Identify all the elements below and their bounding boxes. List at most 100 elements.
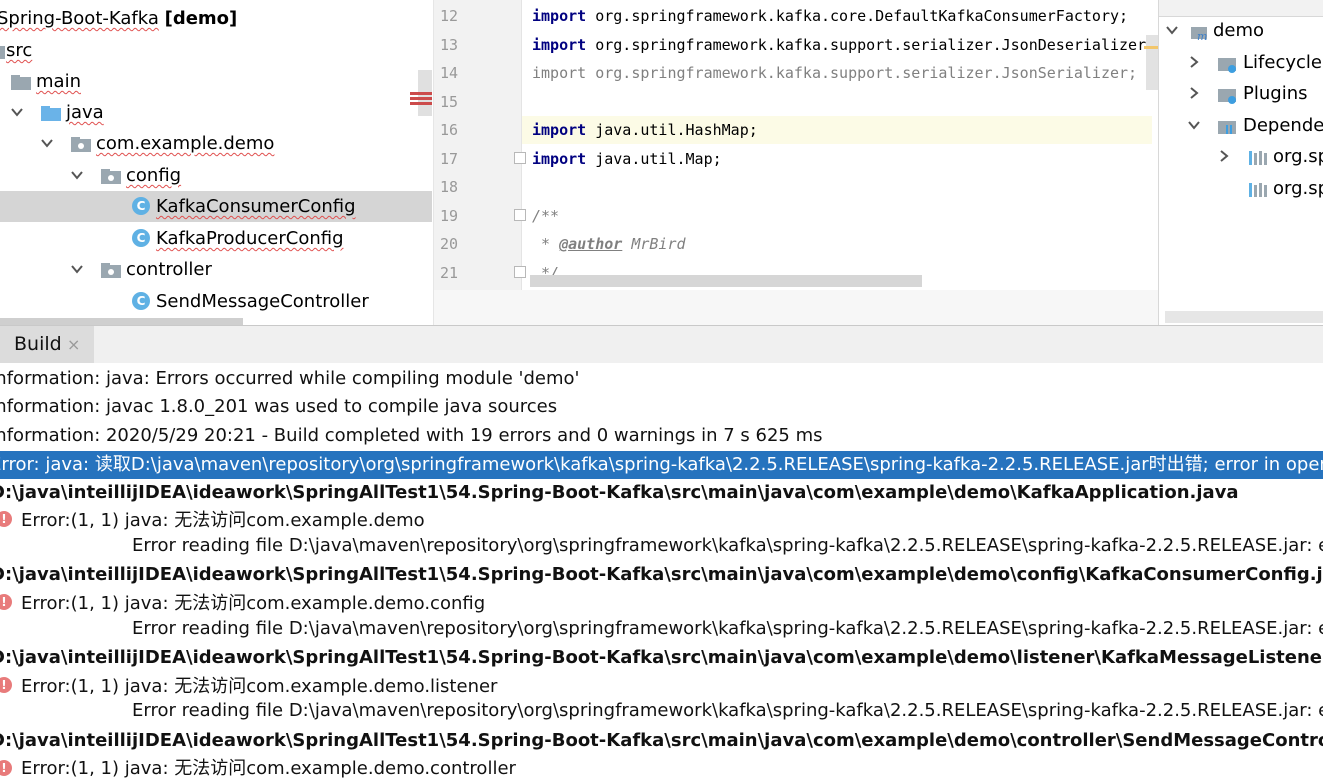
maven-item-label: org.springframework.kafka:spring-kafka (1273, 178, 1323, 199)
editor-horizontal-scrollbar[interactable] (530, 275, 922, 287)
editor-vertical-scrollbar[interactable] (1146, 35, 1158, 90)
chevron-down-icon[interactable] (1165, 15, 1181, 46)
error-icon: ! (0, 677, 12, 693)
fold-toggle-icon[interactable] (514, 209, 526, 221)
tree-item-kafka-producer-config[interactable]: C KafkaProducerConfig (0, 223, 432, 254)
tree-item-controller[interactable]: controller (0, 254, 432, 285)
tree-item-label: KafkaProducerConfig (156, 228, 344, 249)
error-file-path[interactable]: D:\java\inteillijIDEA\ideawork\SpringAll… (0, 644, 1323, 672)
close-icon[interactable]: × (67, 335, 80, 354)
tree-item-package-demo[interactable]: com.example.demo (0, 128, 432, 159)
doc-tag: @author (559, 235, 623, 253)
code-text: org.springframework.kafka.support.serial… (586, 36, 1156, 54)
tree-item-kafka-consumer-config[interactable]: C KafkaConsumerConfig (0, 191, 432, 222)
warning-stripe-marker[interactable] (1144, 46, 1158, 49)
tab-build-label: Build (14, 333, 62, 355)
lifecycle-folder-icon (1217, 53, 1239, 73)
code-line-12[interactable]: import org.springframework.kafka.core.De… (532, 2, 1152, 30)
code-line-14[interactable]: import org.springframework.kafka.support… (532, 59, 1152, 87)
error-message[interactable]: Error:(1, 1) java: 无法访问com.example.demo.… (21, 756, 516, 782)
folder-icon (10, 72, 31, 92)
tab-build[interactable]: Build × (0, 326, 94, 363)
tree-item-label: controller (126, 259, 212, 280)
java-class-icon: C (132, 197, 152, 217)
code-text: java.util.HashMap; (586, 121, 758, 139)
maven-tool-window: m demo Lifecycle Plugins Dependencies (1158, 0, 1323, 325)
build-info-line[interactable]: Information: java: Errors occurred while… (0, 365, 579, 393)
maven-item-dependencies[interactable]: Dependencies (1159, 110, 1323, 141)
line-number: 15 (440, 93, 459, 111)
tree-item-label: main (36, 71, 81, 92)
chevron-right-icon[interactable] (1187, 78, 1203, 109)
build-error-line-selected[interactable]: Error: java: 读取D:\java\maven\repository\… (0, 451, 1323, 479)
line-number-gutter: 12 13 14 15 16 17 18 19 20 21 (434, 0, 522, 290)
doc-comment: /** (532, 207, 560, 225)
error-detail[interactable]: Error reading file D:\java\maven\reposit… (132, 698, 1323, 724)
error-message[interactable]: Error:(1, 1) java: 无法访问com.example.demo.… (21, 591, 485, 617)
project-root-title[interactable]: Spring-Boot-Kafka [demo] (0, 3, 432, 34)
unused-import-text: org.springframework.kafka.support.serial… (586, 64, 1138, 82)
error-icon: ! (0, 594, 12, 610)
editor-bottom-area (434, 290, 1158, 325)
build-info-line[interactable]: Information: 2020/5/29 20:21 - Build com… (0, 422, 822, 450)
chevron-down-icon[interactable] (70, 160, 86, 191)
maven-item-label: Lifecycle (1243, 52, 1322, 73)
tree-item-src[interactable]: src (0, 35, 432, 66)
maven-item-plugins[interactable]: Plugins (1159, 78, 1323, 109)
doc-comment: * (532, 235, 560, 253)
code-line-13[interactable]: import org.springframework.kafka.support… (532, 31, 1156, 59)
maven-item-demo[interactable]: m demo (1159, 15, 1323, 46)
java-class-icon: C (132, 292, 152, 312)
maven-item-dependency-kafka[interactable]: org.springframework.kafka:spring-kafka (1159, 173, 1323, 204)
build-info-line[interactable]: Information: javac 1.8.0_201 was used to… (0, 393, 557, 421)
line-number: 12 (440, 7, 459, 25)
maven-horizontal-scrollbar[interactable] (1165, 311, 1323, 323)
code-text: java.util.Map; (586, 150, 722, 168)
code-line-19[interactable]: /** (532, 202, 1152, 230)
error-file-path[interactable]: D:\java\inteillijIDEA\ideawork\SpringAll… (0, 727, 1323, 755)
error-file-path[interactable]: D:\java\inteillijIDEA\ideawork\SpringAll… (0, 561, 1323, 589)
error-detail[interactable]: Error reading file D:\java\maven\reposit… (132, 533, 1323, 559)
error-icon: ! (0, 760, 12, 776)
maven-item-label: demo (1213, 20, 1265, 41)
build-output[interactable]: Information: java: Errors occurred while… (0, 363, 1323, 782)
code-line-20[interactable]: * @author MrBird (532, 230, 1152, 258)
keyword: import (532, 36, 587, 54)
tree-item-send-message-controller[interactable]: C SendMessageController (0, 286, 432, 317)
fold-toggle-icon[interactable] (514, 266, 526, 278)
unused-keyword: import (532, 64, 587, 82)
tree-item-config[interactable]: config (0, 160, 432, 191)
code-editor[interactable]: 12 13 14 15 16 17 18 19 20 21 import org… (433, 0, 1158, 325)
package-icon (100, 260, 121, 280)
tree-item-main[interactable]: main (0, 66, 432, 97)
maven-item-label: org.springframework.boot:spring-boot-sta… (1273, 146, 1323, 167)
tree-item-label: KafkaConsumerConfig (156, 196, 356, 217)
error-message[interactable]: Error:(1, 1) java: 无法访问com.example.demo.… (21, 674, 497, 700)
chevron-right-icon[interactable] (1187, 47, 1203, 78)
code-line-17[interactable]: import java.util.Map; (532, 145, 1152, 173)
chevron-right-icon[interactable] (1217, 141, 1233, 172)
code-line-16-current[interactable]: import java.util.HashMap; (522, 116, 1152, 144)
error-stripe-marker[interactable] (410, 92, 432, 110)
dependencies-folder-icon (1217, 116, 1239, 136)
plugins-folder-icon (1217, 84, 1239, 104)
chevron-down-icon[interactable] (40, 128, 56, 159)
chevron-down-icon[interactable] (1187, 110, 1203, 141)
maven-item-dependency-web[interactable]: org.springframework.boot:spring-boot-sta… (1159, 141, 1323, 172)
tree-horizontal-scrollbar[interactable] (0, 318, 243, 325)
chevron-down-icon[interactable] (70, 254, 86, 285)
library-icon (1247, 179, 1269, 199)
line-number: 18 (440, 178, 459, 196)
fold-toggle-icon[interactable] (514, 152, 526, 164)
svg-text:m: m (1197, 30, 1207, 42)
maven-item-lifecycle[interactable]: Lifecycle (1159, 47, 1323, 78)
tree-item-java[interactable]: java (0, 97, 432, 128)
library-icon (1247, 147, 1269, 167)
error-file-path[interactable]: D:\java\inteillijIDEA\ideawork\SpringAll… (0, 479, 1239, 507)
chevron-down-icon[interactable] (10, 97, 26, 128)
package-icon (100, 166, 121, 186)
error-message[interactable]: Error:(1, 1) java: 无法访问com.example.demo (21, 508, 425, 534)
maven-item-label: Plugins (1243, 83, 1308, 104)
error-detail[interactable]: Error reading file D:\java\maven\reposit… (132, 616, 1323, 642)
project-module-suffix: [demo] (164, 8, 238, 29)
